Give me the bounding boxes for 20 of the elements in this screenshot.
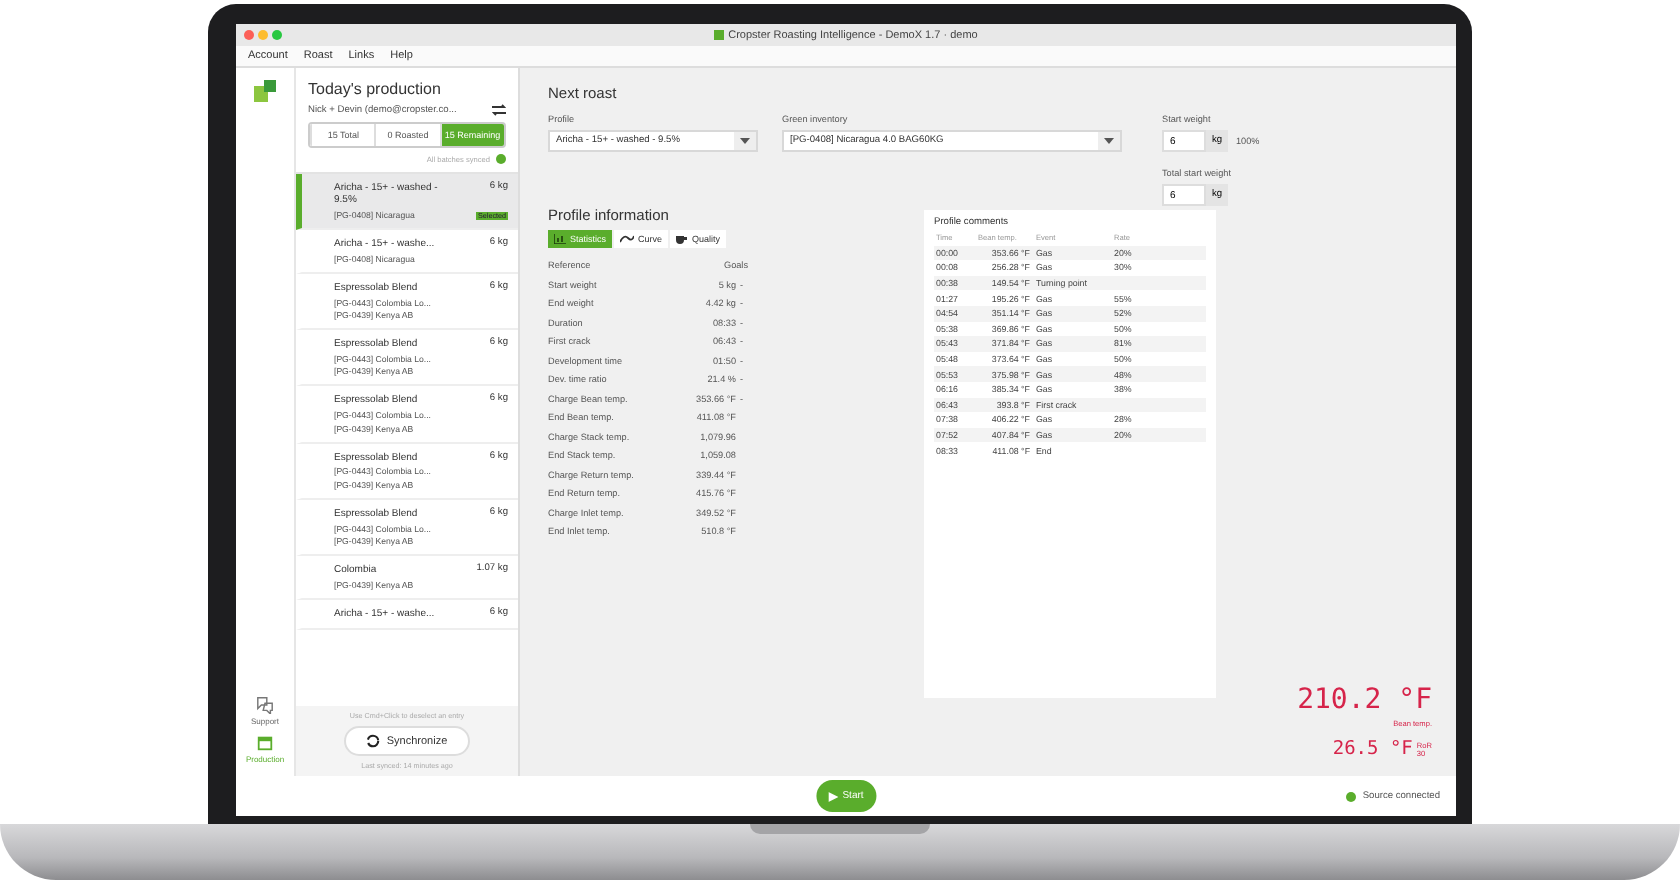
status-dot: [1346, 791, 1357, 801]
play-icon: [828, 791, 839, 801]
app-logo-icon: [714, 30, 725, 40]
caret-icon: [740, 138, 750, 144]
close-button[interactable]: [244, 30, 254, 40]
bean-temp-reading: 210.2 °F: [1297, 684, 1432, 716]
status-dot: [496, 154, 506, 164]
calendar-icon: [256, 734, 274, 752]
sidebar-title: Today's production: [308, 80, 443, 98]
ror-reading: 26.5 °F: [1332, 738, 1413, 760]
curve-icon: [620, 234, 635, 244]
cup-icon: [676, 234, 689, 244]
swap-icon[interactable]: [492, 104, 506, 116]
chat-bubbles-icon: [255, 696, 274, 714]
zoom-button[interactable]: [272, 30, 282, 40]
bar-chart-icon: [554, 234, 566, 244]
sync-icon: [366, 734, 381, 748]
minimize-button[interactable]: [258, 30, 268, 40]
app-logo-icon: [254, 80, 276, 102]
caret-icon: [1104, 138, 1114, 144]
